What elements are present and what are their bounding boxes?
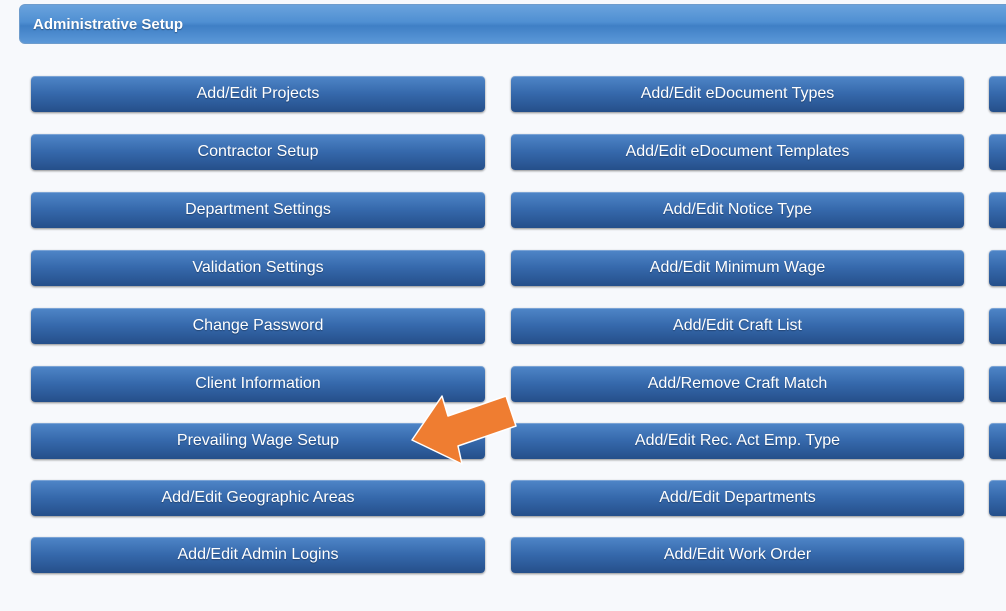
contractor-setup-button[interactable]: Contractor Setup — [31, 134, 485, 170]
add-edit-rec-act-emp-type-button[interactable]: Add/Edit Rec. Act Emp. Type — [511, 423, 964, 459]
add-edit-edocument-templates-button[interactable]: Add/Edit eDocument Templates — [511, 134, 964, 170]
right-column-button[interactable] — [989, 192, 1006, 228]
right-column-button[interactable] — [989, 308, 1006, 344]
add-edit-departments-button[interactable]: Add/Edit Departments — [511, 480, 964, 516]
add-edit-admin-logins-button[interactable]: Add/Edit Admin Logins — [31, 537, 485, 573]
right-column-button[interactable] — [989, 134, 1006, 170]
change-password-button[interactable]: Change Password — [31, 308, 485, 344]
right-column-button[interactable] — [989, 250, 1006, 286]
add-edit-projects-button[interactable]: Add/Edit Projects — [31, 76, 485, 112]
admin-setup-header: Administrative Setup — [19, 4, 1006, 44]
add-edit-geographic-areas-button[interactable]: Add/Edit Geographic Areas — [31, 480, 485, 516]
right-column-button[interactable] — [989, 366, 1006, 402]
department-settings-button[interactable]: Department Settings — [31, 192, 485, 228]
right-column-button[interactable] — [989, 423, 1006, 459]
add-edit-edocument-types-button[interactable]: Add/Edit eDocument Types — [511, 76, 964, 112]
client-information-button[interactable]: Client Information — [31, 366, 485, 402]
panel-title: Administrative Setup — [33, 16, 184, 33]
add-edit-minimum-wage-button[interactable]: Add/Edit Minimum Wage — [511, 250, 964, 286]
add-edit-work-order-button[interactable]: Add/Edit Work Order — [511, 537, 964, 573]
right-column-button[interactable] — [989, 76, 1006, 112]
right-column-button[interactable] — [989, 480, 1006, 516]
prevailing-wage-setup-button[interactable]: Prevailing Wage Setup — [31, 423, 485, 459]
add-remove-craft-match-button[interactable]: Add/Remove Craft Match — [511, 366, 964, 402]
add-edit-craft-list-button[interactable]: Add/Edit Craft List — [511, 308, 964, 344]
validation-settings-button[interactable]: Validation Settings — [31, 250, 485, 286]
add-edit-notice-type-button[interactable]: Add/Edit Notice Type — [511, 192, 964, 228]
